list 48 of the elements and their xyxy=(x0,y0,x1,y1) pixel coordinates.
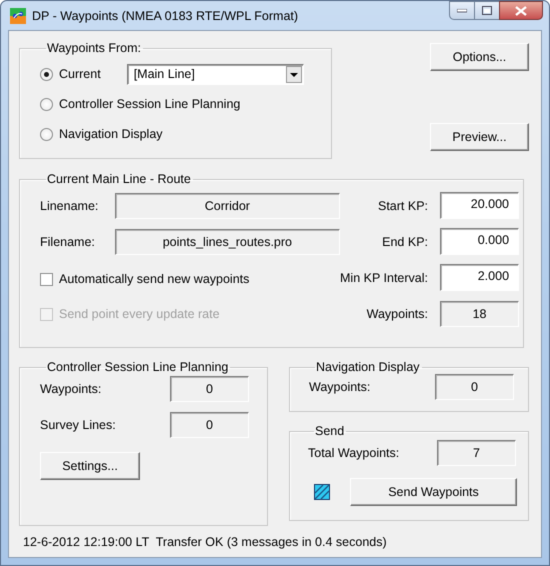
readout-field: 0 xyxy=(170,412,249,438)
field-label: Min KP Interval: xyxy=(340,270,428,284)
field-label: Linename: xyxy=(40,198,100,212)
radio-label[interactable]: Navigation Display xyxy=(59,127,163,141)
send-waypoints-button[interactable]: Send Waypoints xyxy=(350,478,517,506)
minimize-button[interactable] xyxy=(449,1,475,20)
input-field[interactable]: 0.000 xyxy=(440,228,520,255)
field-label: Total Waypoints: xyxy=(308,446,400,460)
dialog-button[interactable]: Preview... xyxy=(430,123,529,151)
radio-button[interactable] xyxy=(40,98,53,110)
dialog-button[interactable]: Options... xyxy=(430,43,529,71)
checkbox-label[interactable]: Automatically send new waypoints xyxy=(59,272,250,286)
readout-field: 18 xyxy=(440,300,520,326)
input-field[interactable]: 20.000 xyxy=(440,192,520,219)
field-label: Filename: xyxy=(40,234,96,248)
readout-field: Corridor xyxy=(114,192,340,218)
input-field[interactable]: 2.000 xyxy=(440,264,520,291)
window-title: DP - Waypoints (NMEA 0183 RTE/WPL Format) xyxy=(32,8,298,22)
radio-label[interactable]: Current xyxy=(59,67,101,81)
group-title: Current Main Line - Route xyxy=(46,172,192,186)
field-label: Survey Lines: xyxy=(40,418,117,432)
radio-label[interactable]: Controller Session Line Planning xyxy=(59,97,240,111)
radio-button[interactable] xyxy=(40,128,53,140)
hatched-square-icon xyxy=(314,484,330,500)
readout-field: 0 xyxy=(170,376,249,402)
field-label: End KP: xyxy=(382,234,428,248)
field-label: Start KP: xyxy=(378,198,428,212)
status-text: 12-6-2012 12:19:00 LT Transfer OK (3 messages in 0.4 seconds) xyxy=(22,535,388,549)
minimize-icon xyxy=(457,8,467,12)
readout-field: 0 xyxy=(435,374,514,400)
radio-button[interactable] xyxy=(40,68,53,80)
group-title: Navigation Display xyxy=(315,360,421,374)
checkbox[interactable] xyxy=(40,272,53,286)
readout-field: 7 xyxy=(437,440,516,466)
close-button[interactable] xyxy=(499,1,543,20)
group-title: Send xyxy=(314,424,346,438)
field-label: Waypoints: xyxy=(40,382,102,396)
settings-button[interactable]: Settings... xyxy=(40,452,140,480)
maximize-icon xyxy=(482,6,492,15)
field-label: Waypoints: xyxy=(366,306,428,320)
maximize-button[interactable] xyxy=(474,1,500,20)
close-icon xyxy=(515,6,527,16)
group-title: Waypoints From: xyxy=(46,41,142,55)
app-icon xyxy=(10,8,26,24)
group-title: Controller Session Line Planning xyxy=(46,360,230,374)
line-dropdown[interactable]: [Main Line] xyxy=(126,64,304,84)
field-label: Waypoints: xyxy=(309,380,372,394)
readout-field: points_lines_routes.pro xyxy=(114,228,340,254)
